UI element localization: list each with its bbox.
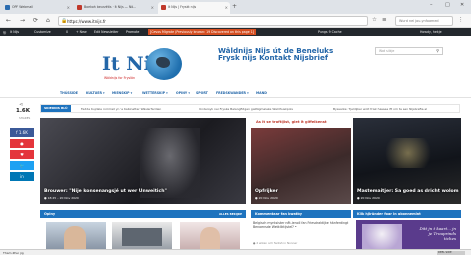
facebook-share-button[interactable]: f 1.6K	[10, 128, 34, 137]
search-icon[interactable]: ⚲	[436, 48, 439, 53]
opiny-thumbnail[interactable]	[180, 222, 240, 249]
comments-section-header: Kommentaar fan kwatby	[251, 210, 351, 218]
justice-statue-image	[140, 128, 200, 198]
ticker-item[interactable]: Byssarke: Tjeldijker wolt frisk hassee l…	[333, 107, 427, 111]
status-right-button[interactable]: DEEL SIDE	[437, 251, 465, 255]
ad-text: Ditt jn t kaart... jn je Trouprinds tich…	[419, 226, 456, 241]
tab-label: OPF Webmail	[12, 5, 34, 9]
itnijs-favicon-icon	[77, 5, 82, 10]
webmail-favicon-icon	[5, 5, 10, 10]
forward-arrow-icon[interactable]: →	[20, 17, 25, 24]
reader-icon[interactable]: ≡	[382, 17, 387, 23]
header-tagline: Wâldnijs Nijs út de Beneluks Frysk nijs …	[218, 46, 334, 63]
comment-text[interactable]: Belgisch myntsister nêt-ienoll fan Fries…	[253, 221, 349, 229]
featured-concert-caption[interactable]: Mastemaitjer: Sa goed as dricht wolom	[357, 189, 459, 194]
admin-customize-link[interactable]: Customize	[34, 30, 51, 34]
share-count: 1.6K	[16, 108, 31, 114]
browser-search-input[interactable]: Wurd nei jou-ynfoamed	[395, 16, 453, 26]
url-text: https://www.itnijs.fr	[67, 19, 106, 24]
twitter-share-button[interactable]: 🐦	[10, 161, 34, 170]
browser-status-bar: Tham Zhui jig DEEL SIDE	[0, 249, 471, 255]
admin-promote-link[interactable]: Promote	[126, 30, 139, 34]
wordpress-logo-icon[interactable]: Ⓦ	[3, 30, 6, 35]
bookmark-star-icon[interactable]: ☆	[372, 17, 377, 23]
home-icon[interactable]: ⌂	[46, 17, 50, 24]
site-logo-subtitle: Wâldnijs for Fryslân	[104, 76, 135, 80]
browser-tab-active[interactable]: It Nijs | Fryskt nijs ×	[158, 2, 230, 14]
building-image	[122, 228, 162, 246]
address-bar[interactable]: 🔒 https://www.itnijs.fr	[58, 16, 368, 26]
featured-main-caption[interactable]: Brouwer: "Nije konsenangsjé ut wer Unwei…	[44, 189, 167, 194]
ticker-item[interactable]: Fedde Kujdale rommet yn 'e Kabinetter Wä…	[81, 107, 161, 111]
stage-lights-image	[373, 138, 443, 168]
new-tab-button[interactable]: +	[232, 3, 237, 10]
reload-icon[interactable]: ⟳	[33, 17, 38, 24]
close-window-button[interactable]: ✕	[460, 2, 464, 8]
featured-concert-meta: ● 20 Nov 2020	[357, 196, 380, 200]
tab-label: It Nijs | Fryskt nijs	[168, 5, 197, 9]
maximize-button[interactable]: □	[445, 2, 450, 8]
opiny-see-all-link[interactable]: ALLES BEKIJKE	[219, 212, 242, 216]
admin-edit-link[interactable]: Edit Newsletter	[94, 30, 118, 34]
site-search-input[interactable]: Wat siikje ⚲	[375, 47, 443, 55]
nav-item-kultuer[interactable]: KULTUER ▾	[86, 91, 105, 95]
admin-comments-link[interactable]: 0	[66, 30, 68, 34]
admin-new-link[interactable]: + New	[76, 30, 87, 34]
itnijs-favicon-icon	[161, 5, 166, 10]
share-label: SHARES	[19, 116, 31, 120]
admin-site-link[interactable]: It Nijs	[10, 30, 19, 34]
featured-crowd-meta: ● 20 Nov 2020	[255, 196, 278, 200]
subscribe-ad-banner[interactable]: Ditt jn t kaart... jn je Trouprinds tich…	[356, 220, 460, 249]
featured-main-meta: ● 18:45 – 20 Nov 2020	[44, 196, 79, 200]
browser-tab-news[interactable]: Boekoh beurzëtis · It Nijs — Nö… ×	[74, 2, 156, 14]
globe-logo-icon	[146, 48, 182, 80]
opiny-section-title: Opiny	[44, 212, 56, 216]
subscribe-section-header: Klik hjirûnder foar in abonnemint	[353, 210, 461, 218]
main-navigation: THÚSSIDE KULTUER ▾ MIENSKIP ▾ WETTERSKIP…	[0, 88, 471, 98]
person-portrait-image	[200, 227, 220, 249]
lock-icon: 🔒	[61, 18, 68, 24]
admin-warning-badge[interactable]: [Cevos Migrate (Previously known: 19 Dis…	[148, 29, 257, 35]
featured-article-crowd[interactable]: Opfrijker ● 20 Nov 2020	[251, 128, 351, 204]
site-search-placeholder: Wat siikje	[379, 49, 395, 53]
status-text: Tham Zhui jig	[3, 251, 24, 255]
opiny-thumbnail[interactable]	[46, 222, 106, 249]
nav-item-fredskwander[interactable]: FREDSKWANDER ▾	[216, 91, 249, 95]
wp-admin-bar: Ⓦ It Nijs Customize 0 + New Edit Newslet…	[0, 28, 471, 36]
site-header: It Nijs Wâldnijs for Fryslân Wâldnijs Ni…	[0, 36, 471, 88]
close-tab-icon[interactable]: ×	[151, 5, 154, 10]
close-tab-icon[interactable]: ×	[67, 5, 70, 10]
nav-item-sport[interactable]: SPORT	[196, 91, 208, 95]
comment-author: ● 2 wiken och fantsh in Nonner	[253, 241, 298, 245]
person-portrait-image	[64, 226, 86, 249]
linkedin-share-button[interactable]: in	[10, 172, 34, 181]
nav-item-wetterskip[interactable]: WETTERSKIP ▾	[142, 91, 168, 95]
heart-share-button[interactable]: ♥	[10, 150, 34, 159]
opiny-section-header: Opiny ALLES BEKIJKE	[40, 210, 246, 218]
ticker-tag: SKIEDNIS BLÜ	[41, 105, 71, 112]
tab-label: Boekoh beurzëtis · It Nijs — Nö…	[84, 5, 137, 9]
pinterest-share-button[interactable]: ●	[10, 139, 34, 148]
admin-cache-link[interactable]: Pungs 9 Cache	[318, 30, 342, 34]
nav-item-opiny[interactable]: OPINY ▾	[176, 91, 190, 95]
browser-tab-strip: OPF Webmail × Boekoh beurzëtis · It Nijs…	[0, 0, 471, 14]
back-arrow-icon[interactable]: ←	[6, 17, 11, 24]
browser-toolbar: ← → ⟳ ⌂ 🔒 https://www.itnijs.fr ☆ ≡ Wurd…	[0, 14, 471, 28]
featured-top-headline[interactable]: As it se troftijist, giet it giffelkenst	[256, 120, 327, 124]
opiny-thumbnail[interactable]	[112, 222, 172, 249]
ticker-item[interactable]: Undersyk nei Fryske Belangfidgen gaiNigm…	[199, 107, 293, 111]
nav-item-thusside[interactable]: THÚSSIDE	[60, 91, 78, 95]
featured-crowd-caption[interactable]: Opfrijker	[255, 189, 278, 194]
nav-item-mienskip[interactable]: MIENSKIP ▾	[112, 91, 132, 95]
menu-icon[interactable]: ⋮	[458, 17, 464, 23]
nav-item-mand[interactable]: MAND	[256, 91, 267, 95]
wedding-image	[362, 224, 402, 249]
news-ticker: SKIEDNIS BLÜ Fedde Kujdale rommet yn 'e …	[40, 104, 460, 113]
featured-article-main[interactable]: Brouwer: "Nije konsenangsjé ut wer Unwei…	[40, 118, 246, 204]
featured-article-concert[interactable]: Mastemaitjer: Sa goed as dricht wolom ● …	[353, 118, 461, 204]
admin-howdy-link[interactable]: Howdy, hekje	[420, 30, 442, 34]
close-tab-icon[interactable]: ×	[225, 5, 228, 10]
minimize-button[interactable]: –	[430, 2, 433, 8]
browser-tab-webmail[interactable]: OPF Webmail ×	[2, 2, 72, 14]
